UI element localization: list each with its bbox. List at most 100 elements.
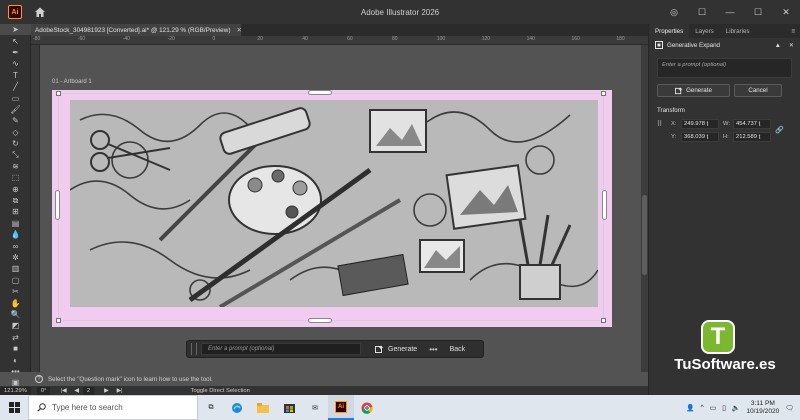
prompt-input[interactable]: Enter a prompt (optional) — [201, 343, 361, 355]
eraser-tool-icon[interactable]: ◇ — [0, 127, 31, 138]
more-tools-icon[interactable]: ••• — [0, 366, 31, 377]
scrollbar-thumb[interactable] — [642, 195, 647, 275]
artboard-nav-next-icon[interactable]: ▶ — [100, 388, 112, 394]
eyedropper-tool-icon[interactable]: 💧 — [0, 229, 31, 240]
close-section-icon[interactable]: ✕ — [789, 42, 794, 49]
hand-tool-icon[interactable]: ✋ — [0, 297, 31, 308]
tab-properties[interactable]: Properties — [649, 24, 690, 38]
blend-tool-icon[interactable]: ∞ — [0, 240, 31, 251]
notifications-icon[interactable]: 🗨 — [785, 404, 794, 412]
generate-button[interactable]: Generate — [375, 345, 417, 354]
resize-handle-bottom[interactable] — [308, 318, 332, 323]
fill-stroke-swatch-icon[interactable]: ◩ — [0, 320, 31, 331]
scale-tool-icon[interactable]: ⤡ — [0, 149, 31, 160]
chrome-icon[interactable] — [354, 395, 380, 420]
store-icon[interactable] — [276, 395, 302, 420]
artboard-nav-last-icon[interactable]: ▶| — [113, 388, 127, 394]
rectangle-tool-icon[interactable]: ▭ — [0, 92, 31, 103]
rotation-field[interactable]: 0° — [36, 386, 51, 395]
drawing-mode-icon[interactable]: ◐ — [0, 354, 31, 365]
free-transform-tool-icon[interactable]: ⬚ — [0, 172, 31, 183]
task-view-icon[interactable]: ⧉ — [198, 395, 224, 420]
h-field[interactable]: H: 212.589 ţ — [723, 131, 771, 142]
resize-handle-top-left[interactable] — [56, 91, 61, 96]
network-icon[interactable]: ▭ — [710, 404, 716, 412]
resize-handle-top-right[interactable] — [601, 91, 606, 96]
type-tool-icon[interactable]: T — [0, 70, 31, 81]
mail-icon[interactable]: ✉ — [302, 395, 328, 420]
back-button[interactable]: Back — [450, 346, 466, 353]
windows-start-icon[interactable] — [0, 395, 28, 420]
taskbar-search-input[interactable]: Type here to search — [28, 395, 198, 420]
people-icon[interactable]: 👤 — [686, 404, 694, 412]
symbol-sprayer-tool-icon[interactable]: ✲ — [0, 252, 31, 263]
artboard-label[interactable]: 01 - Artboard 1 — [52, 79, 92, 85]
more-options-icon[interactable]: ••• — [429, 345, 437, 354]
artboard-nav-first-icon[interactable]: |◀ — [56, 388, 70, 394]
question-mark-icon[interactable]: ? — [35, 375, 43, 383]
home-icon[interactable] — [34, 6, 46, 18]
artboard-nav-prev-icon[interactable]: ◀ — [70, 388, 82, 394]
battery-icon[interactable]: ▯ — [722, 404, 726, 412]
taskbar-clock[interactable]: 3:11 PM 10/19/2020 — [746, 400, 779, 416]
swap-colors-icon[interactable]: ⇄ — [0, 332, 31, 343]
w-value[interactable]: 454.737 ţ — [733, 118, 771, 129]
canvas-area[interactable]: 01 - Artboard 1 — [40, 45, 641, 372]
x-value[interactable]: 249.978 ţ — [681, 118, 719, 129]
h-value[interactable]: 212.589 ţ — [733, 131, 771, 142]
warning-icon[interactable]: ▲ — [775, 42, 781, 49]
volume-icon[interactable]: 🔈 — [732, 404, 740, 412]
paintbrush-tool-icon[interactable]: 🖌 — [0, 104, 31, 115]
gradient-tool-icon[interactable]: ▤ — [0, 218, 31, 229]
curvature-tool-icon[interactable]: ∿ — [0, 58, 31, 69]
artboard-tool-icon[interactable]: ▢ — [0, 275, 31, 286]
panel-generate-button[interactable]: Generate — [657, 84, 730, 97]
selection-bounding-box[interactable] — [58, 93, 604, 321]
column-graph-tool-icon[interactable]: ▥ — [0, 263, 31, 274]
panel-menu-icon[interactable]: ≡ — [791, 28, 795, 35]
resize-handle-bottom-right[interactable] — [601, 318, 606, 323]
direct-selection-tool-icon[interactable]: ↖ — [0, 35, 31, 46]
slice-tool-icon[interactable]: ✂ — [0, 286, 31, 297]
warp-tool-icon[interactable]: ≋ — [0, 161, 31, 172]
minimize-button[interactable]: — — [716, 0, 744, 24]
zoom-level-field[interactable]: 121.29% — [0, 386, 31, 395]
panel-cancel-button[interactable]: Cancel — [734, 84, 782, 97]
selection-tool-icon[interactable]: ➤ — [0, 24, 31, 36]
perspective-grid-tool-icon[interactable]: ⧉ — [0, 195, 31, 206]
resize-handle-left[interactable] — [55, 190, 60, 220]
rotate-tool-icon[interactable]: ↻ — [0, 138, 31, 149]
reference-point-icon[interactable]: ⠿ — [657, 120, 667, 128]
edge-browser-icon[interactable] — [224, 395, 250, 420]
search-help-icon[interactable]: ◎ — [660, 0, 688, 24]
resize-handle-right[interactable] — [602, 190, 607, 220]
y-value[interactable]: 368.039 ţ — [681, 131, 719, 142]
mesh-tool-icon[interactable]: ⊞ — [0, 206, 31, 217]
color-mode-icon[interactable]: ■ — [0, 343, 31, 354]
zoom-tool-icon[interactable]: 🔍 — [0, 309, 31, 320]
constrain-proportions-icon[interactable]: 🔗 — [775, 126, 787, 134]
tab-libraries[interactable]: Libraries — [720, 24, 756, 38]
horizontal-ruler[interactable]: -80 -60 -40 -20 0 20 40 60 80 100 120 140 160 180 — [31, 36, 648, 45]
illustrator-taskbar-icon[interactable]: Ai — [328, 395, 354, 420]
arrange-documents-icon[interactable]: ☐ — [688, 0, 716, 24]
x-field[interactable]: X: 249.978 ţ — [671, 118, 719, 129]
close-window-button[interactable]: ✕ — [772, 0, 800, 24]
vertical-scrollbar[interactable] — [641, 45, 648, 372]
tab-layers[interactable]: Layers — [689, 24, 720, 38]
document-tab[interactable]: AdobeStock_304981923 [Converted].ai* @ 1… — [31, 24, 242, 36]
pencil-tool-icon[interactable]: ✎ — [0, 115, 31, 126]
vertical-ruler[interactable] — [31, 45, 40, 372]
resize-handle-top[interactable] — [308, 90, 332, 95]
artboard-number-field[interactable]: 2 — [82, 386, 95, 395]
line-tool-icon[interactable]: ╱ — [0, 81, 31, 92]
resize-handle-bottom-left[interactable] — [56, 318, 61, 323]
drag-grip-icon[interactable] — [191, 343, 197, 355]
shape-builder-tool-icon[interactable]: ⊕ — [0, 183, 31, 194]
y-field[interactable]: Y: 368.039 ţ — [671, 131, 719, 142]
pen-tool-icon[interactable]: ✒ — [0, 47, 31, 58]
file-explorer-icon[interactable] — [250, 395, 276, 420]
maximize-button[interactable]: ☐ — [744, 0, 772, 24]
w-field[interactable]: W: 454.737 ţ — [723, 118, 771, 129]
panel-prompt-input[interactable]: Enter a prompt (optional) — [657, 58, 792, 78]
